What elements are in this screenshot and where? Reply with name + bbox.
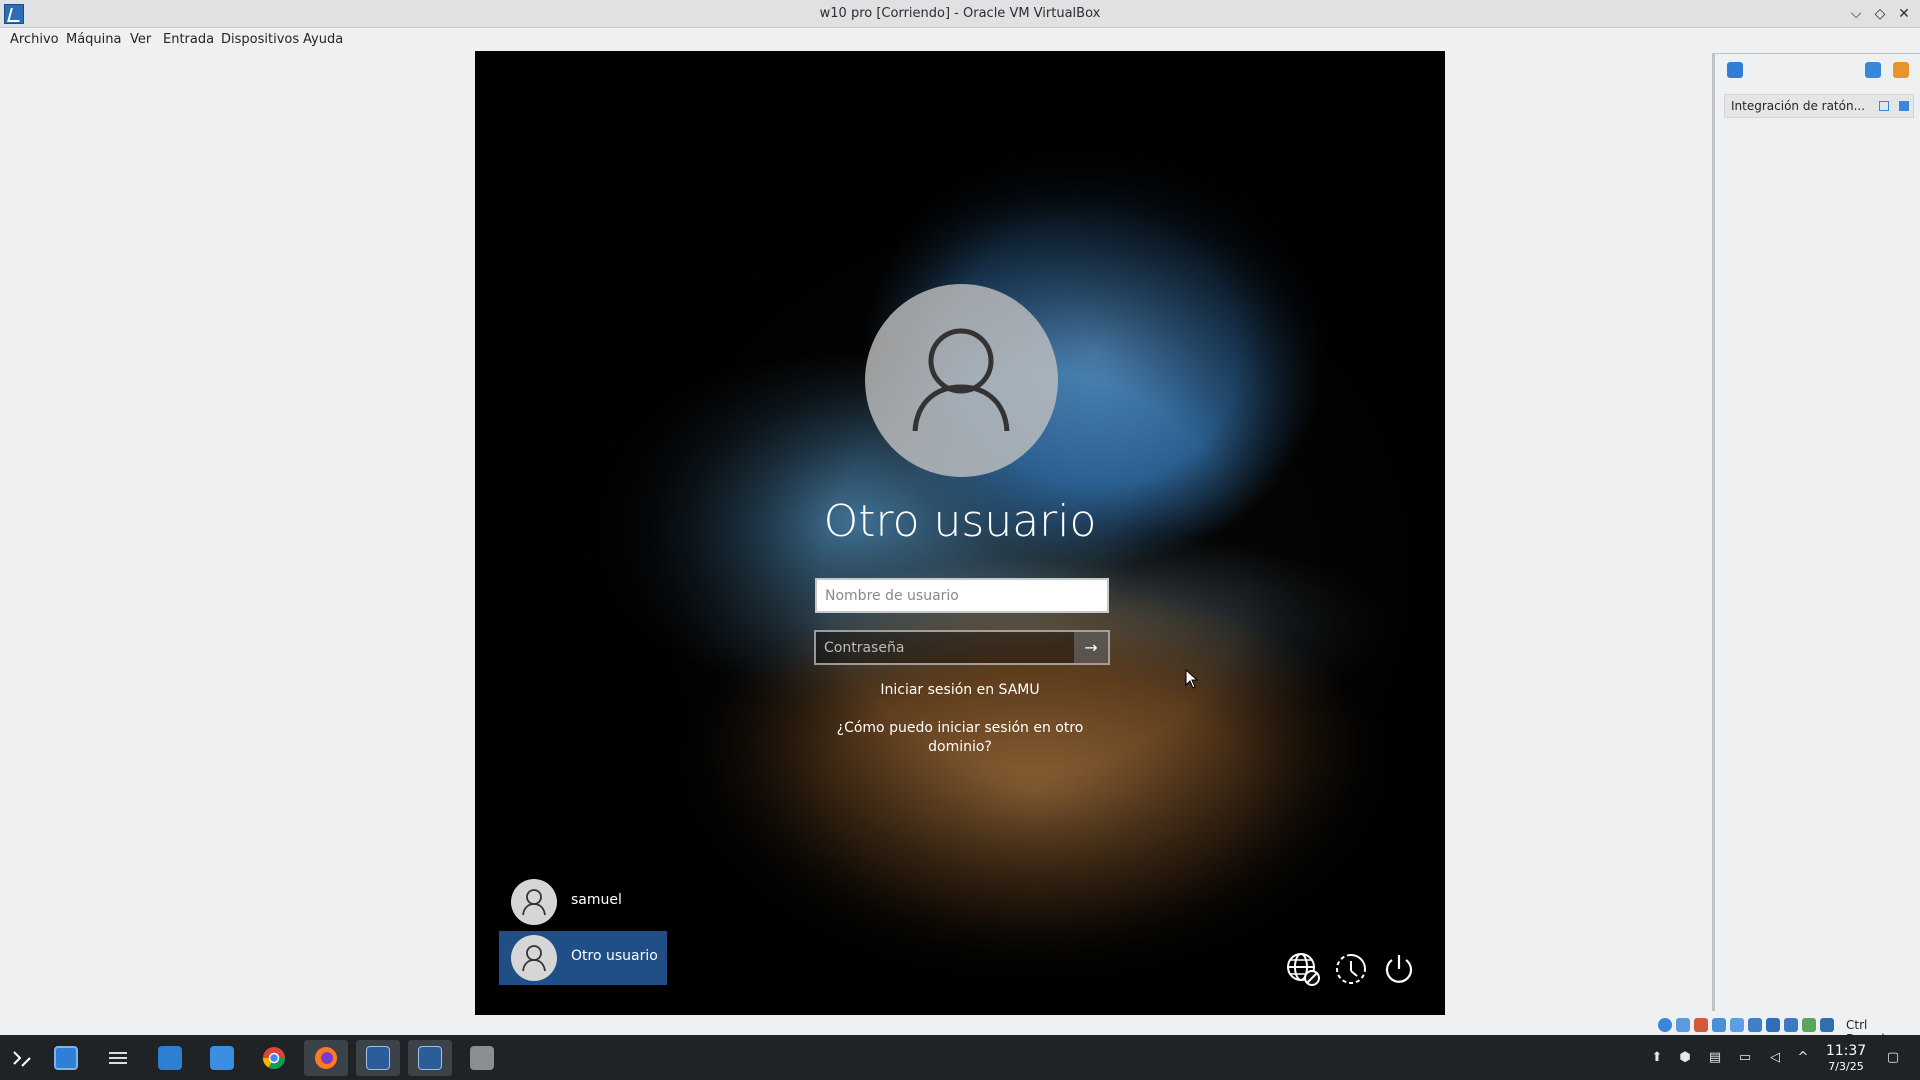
details-icon[interactable] <box>1865 62 1881 78</box>
power-icon[interactable] <box>1381 951 1417 987</box>
user-tile-label: Otro usuario <box>571 948 658 964</box>
shared-folders-icon[interactable] <box>1748 1018 1762 1032</box>
user-avatar <box>865 284 1058 477</box>
user-avatar-small <box>511 935 557 981</box>
menu-archivo[interactable]: Archivo <box>10 32 59 47</box>
chrome-icon[interactable] <box>252 1040 296 1076</box>
vmware-icon[interactable] <box>356 1040 400 1076</box>
page-title: Otro usuario <box>823 496 1097 547</box>
user-icon <box>522 889 546 916</box>
status-bar: Ctrl Derecho <box>0 1015 1920 1046</box>
network-icon[interactable]: ▭ <box>1736 1049 1754 1067</box>
clipboard-icon[interactable]: ▤ <box>1706 1049 1724 1067</box>
store-icon[interactable] <box>148 1040 192 1076</box>
vm-display[interactable]: Otro usuario → Iniciar sesión en SAMU ¿C… <box>475 51 1445 1015</box>
minimize-button[interactable]: ⌵ <box>1846 4 1866 24</box>
other-domain-link[interactable]: ¿Cómo puedo iniciar sesión en otro domin… <box>835 719 1085 757</box>
user-icon <box>912 328 1010 432</box>
user-tile-samuel[interactable]: samuel <box>499 875 667 929</box>
volume-muted-icon[interactable]: ◁ <box>1766 1049 1784 1067</box>
submit-arrow-button[interactable]: → <box>1074 632 1108 663</box>
mouse-integration-status-icon[interactable] <box>1820 1018 1834 1032</box>
clock-time[interactable]: 11:37 <box>1822 1043 1870 1059</box>
optical-drive-icon[interactable] <box>1676 1018 1690 1032</box>
menu-ver[interactable]: Ver <box>130 32 151 47</box>
chevron-up-icon[interactable]: ^ <box>1794 1049 1812 1067</box>
menu-maquina[interactable]: Máquina <box>66 32 122 47</box>
files-icon[interactable] <box>200 1040 244 1076</box>
settings-icon[interactable] <box>96 1040 140 1076</box>
virtualbox-icon[interactable] <box>460 1040 504 1076</box>
globe-icon[interactable] <box>1285 951 1321 987</box>
signin-domain-label: Iniciar sesión en SAMU <box>880 682 1040 698</box>
maximize-button[interactable]: ◇ <box>1870 4 1890 24</box>
vmware-icon[interactable] <box>408 1040 452 1076</box>
update-icon[interactable]: ⬆ <box>1648 1049 1666 1067</box>
recording-icon[interactable] <box>1784 1018 1798 1032</box>
audio-icon[interactable] <box>1694 1018 1708 1032</box>
password-field[interactable] <box>816 632 1072 663</box>
ease-of-access-icon[interactable] <box>1333 951 1369 987</box>
snapshot-icon[interactable] <box>1893 62 1909 78</box>
mouse-integration-label: Integración de ratón... <box>1731 99 1866 113</box>
launcher-icon[interactable] <box>0 1040 44 1076</box>
side-panel: Integración de ratón... <box>1712 53 1920 1011</box>
menu-bar: Archivo Máquina Ver Entrada Dispositivos… <box>0 29 1920 51</box>
notification-icon[interactable] <box>1727 62 1743 78</box>
window-title: w10 pro [Corriendo] - Oracle VM VirtualB… <box>819 6 1101 21</box>
firefox-icon[interactable] <box>304 1040 348 1076</box>
menu-entrada[interactable]: Entrada <box>163 32 214 47</box>
menu-dispositivos[interactable]: Dispositivos <box>221 32 299 47</box>
user-tile-label: samuel <box>571 892 622 908</box>
virtual-desktop-icon[interactable] <box>44 1040 88 1076</box>
clock-date[interactable]: 7/3/25 <box>1822 1060 1870 1073</box>
user-tile-otro-usuario[interactable]: Otro usuario <box>499 931 667 985</box>
close-button[interactable]: ✕ <box>1894 4 1914 24</box>
usb-icon[interactable] <box>1730 1018 1744 1032</box>
package-icon[interactable]: ⬢ <box>1676 1049 1694 1067</box>
close-notice-icon[interactable] <box>1899 101 1909 111</box>
user-icon <box>522 945 546 972</box>
password-field-container: → <box>814 630 1110 665</box>
network-status-icon[interactable] <box>1712 1018 1726 1032</box>
mouse-integration-toggle-icon[interactable] <box>1879 101 1889 111</box>
display-icon[interactable] <box>1766 1018 1780 1032</box>
mouse-cursor-icon <box>1185 669 1199 689</box>
vt-x-icon[interactable] <box>1802 1018 1816 1032</box>
user-avatar-small <box>511 879 557 925</box>
hard-disk-icon[interactable] <box>1658 1018 1672 1032</box>
menu-ayuda[interactable]: Ayuda <box>303 32 343 47</box>
username-field[interactable] <box>815 578 1109 613</box>
window-titlebar: w10 pro [Corriendo] - Oracle VM VirtualB… <box>0 0 1920 28</box>
taskbar: ⬆ ⬢ ▤ ▭ ◁ ^ 11:37 7/3/25 ▢ <box>0 1035 1920 1080</box>
panel-toolbar <box>1715 54 1920 84</box>
show-desktop-icon[interactable]: ▢ <box>1884 1049 1902 1067</box>
mouse-integration-notice[interactable]: Integración de ratón... <box>1724 94 1914 118</box>
